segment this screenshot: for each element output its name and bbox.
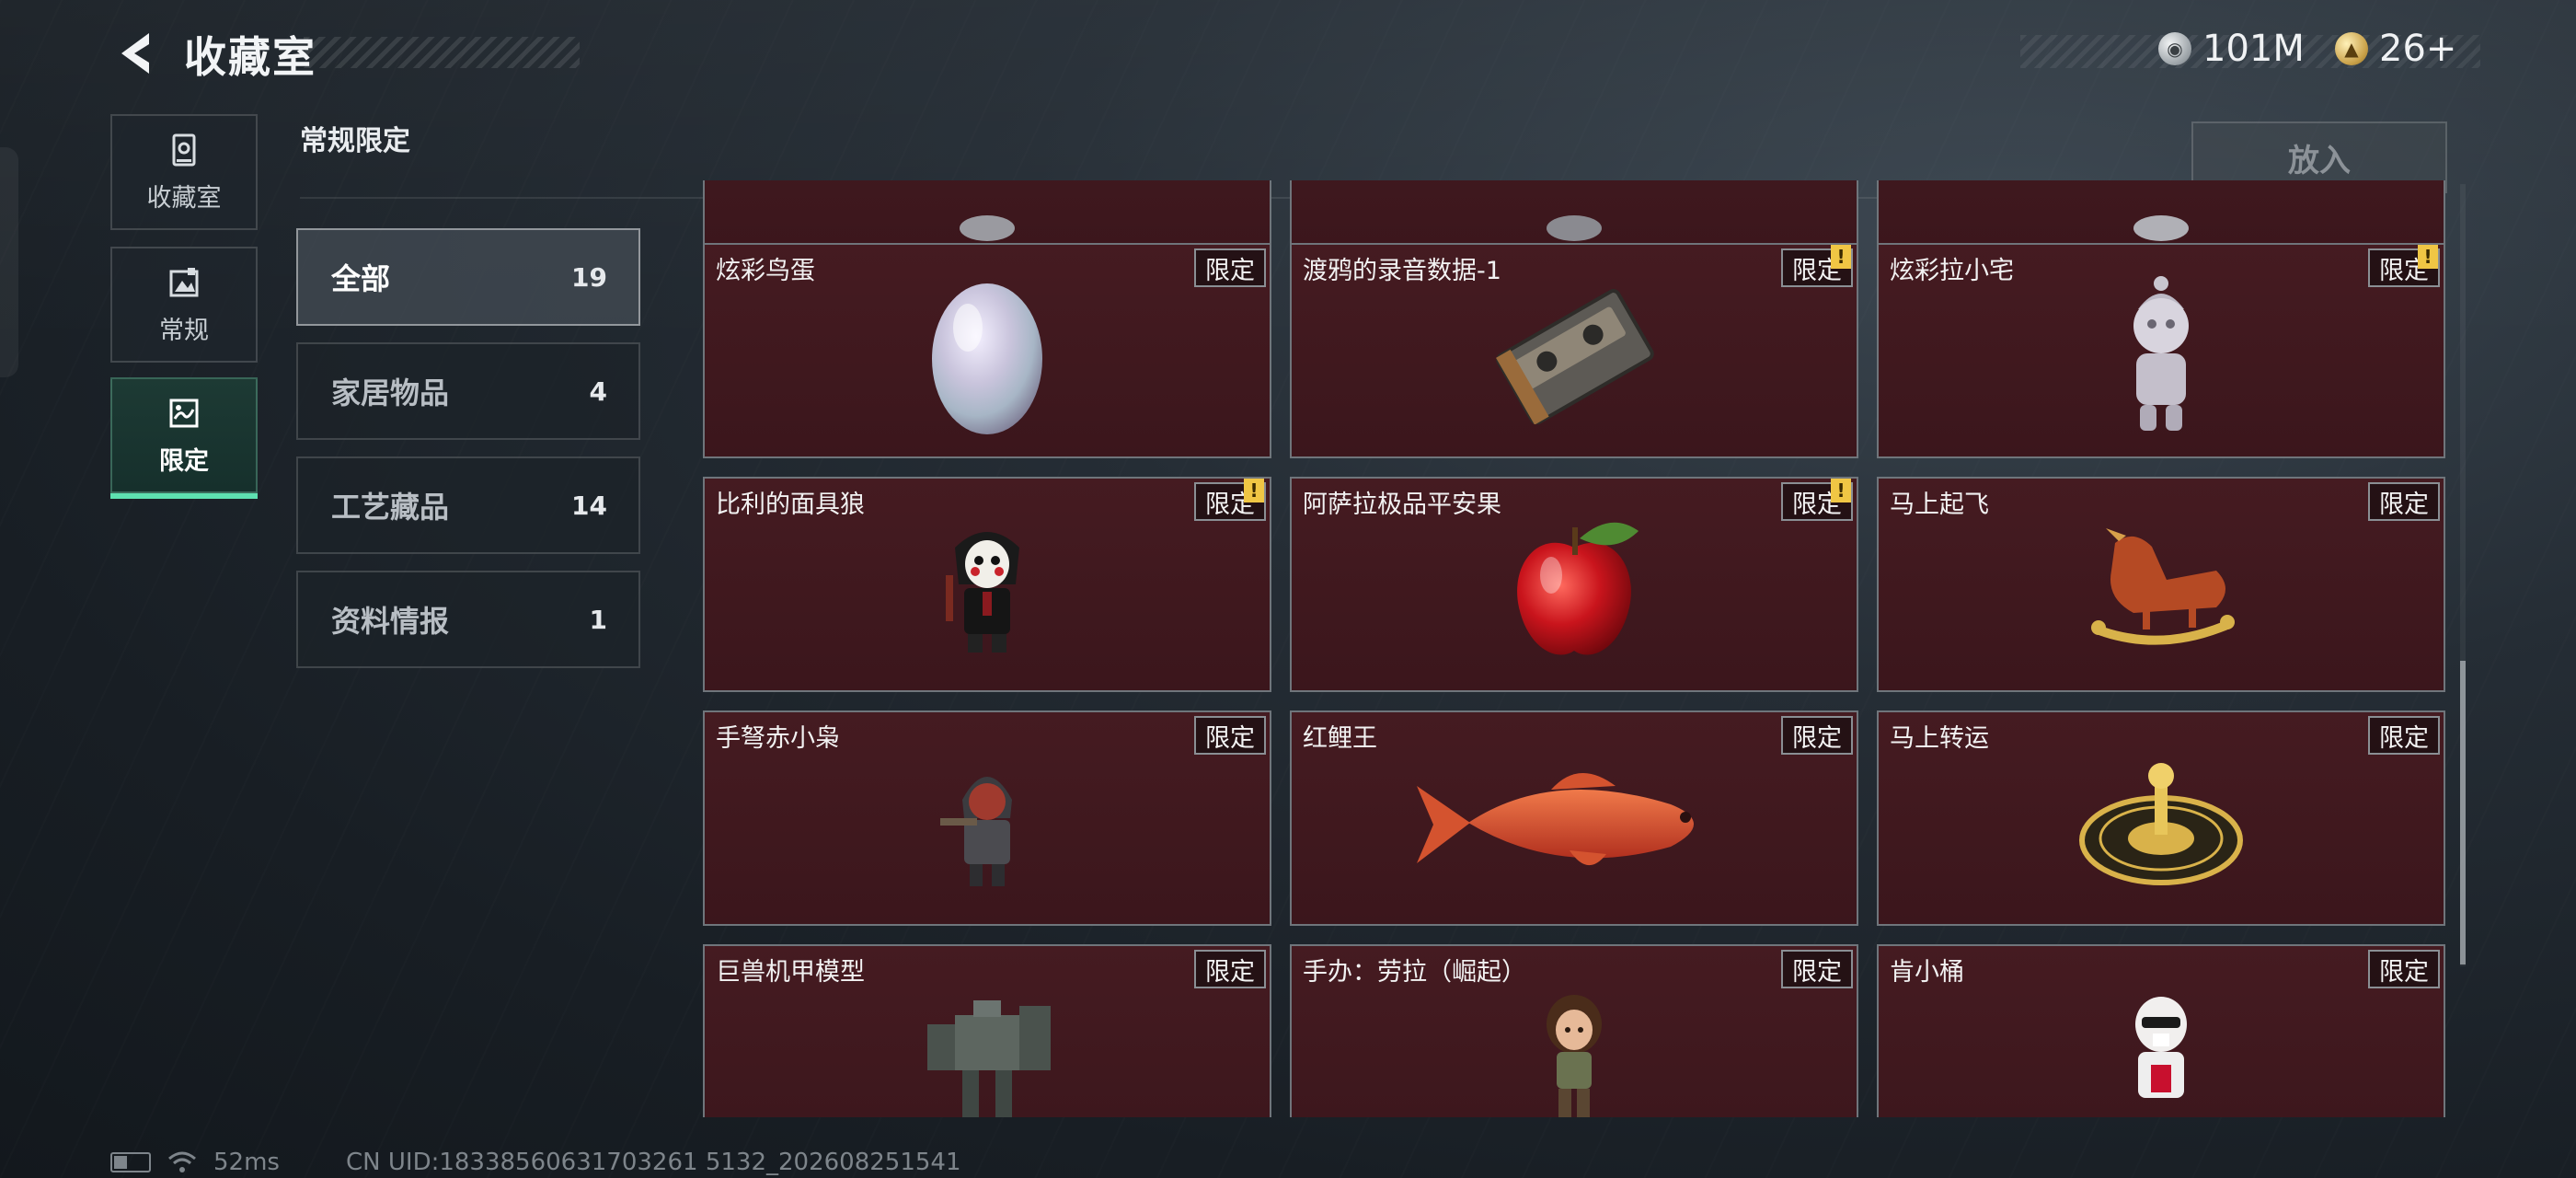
item-name: 炫彩鸟蛋 <box>716 257 815 285</box>
side-nav-vault[interactable]: 收藏室 <box>110 114 258 230</box>
side-nav-limited-label: 限定 <box>159 446 209 476</box>
limited-badge: 限定 <box>1781 950 1853 988</box>
filter-intel-count: 1 <box>589 604 607 635</box>
back-arrow-icon <box>121 33 149 74</box>
back-button[interactable] <box>109 26 160 81</box>
currency-silver[interactable]: ◉ 101M <box>2158 28 2305 70</box>
gold-compass-icon <box>2079 762 2243 885</box>
lara-figure-icon <box>1547 994 1602 1117</box>
limited-badge: 限定 <box>2368 716 2440 755</box>
limited-badge: 限定 <box>1781 716 1853 755</box>
masked-figure-icon <box>946 531 1019 653</box>
item-name: 巨兽机甲模型 <box>716 958 865 987</box>
filter-home-items-label: 家居物品 <box>331 375 450 410</box>
filter-all[interactable]: 全部 19 <box>296 228 640 326</box>
item-name: 手办：劳拉（崛起） <box>1303 958 1526 987</box>
item-name: 马上转运 <box>1890 724 1989 753</box>
currency-gold-value: 26+ <box>2379 28 2457 70</box>
edge-handle[interactable] <box>0 147 18 377</box>
item-name: 渡鸦的录音数据-1 <box>1303 257 1501 285</box>
battery-icon <box>110 1152 151 1172</box>
hooded-figure-icon <box>940 776 1012 886</box>
limited-badge: 限定 <box>2368 482 2440 521</box>
scrollbar-thumb[interactable] <box>2460 661 2466 964</box>
item-card-colonel-figure[interactable]: 肯小桶 限定 <box>1877 944 2445 1117</box>
limited-badge: 限定 <box>1194 950 1266 988</box>
limited-badge: 限定 <box>2368 950 2440 988</box>
item-card-lara-figure[interactable]: 手办：劳拉（崛起） 限定 <box>1290 944 1858 1117</box>
limited-collection-icon <box>169 398 199 427</box>
item-card-hooded-figure[interactable]: 手弩赤小枭 限定 <box>703 710 1271 926</box>
item-card-iridescent-egg[interactable]: 炫彩鸟蛋 限定 <box>703 243 1271 458</box>
filter-home-items[interactable]: 家居物品 4 <box>296 342 640 440</box>
cassette-tape-icon <box>1496 288 1654 424</box>
item-name: 红鲤王 <box>1303 724 1377 753</box>
iridescent-egg-icon <box>932 283 1042 434</box>
side-nav-regular-label: 常规 <box>159 316 209 345</box>
currency-silver-value: 101M <box>2202 28 2305 70</box>
limited-badge: 限定 <box>1194 248 1266 287</box>
vault-icon <box>172 133 196 166</box>
side-nav-regular[interactable]: 常规 <box>110 247 258 363</box>
item-card-red-apple[interactable]: 阿萨拉极品平安果 限定 ! <box>1290 477 1858 692</box>
filter-crafts[interactable]: 工艺藏品 14 <box>296 456 640 554</box>
item-name: 马上起飞 <box>1890 491 1989 519</box>
collection-grid[interactable]: 炫彩鸟蛋 限定 渡鸦的录音数据-1 限定 ! 炫彩拉小宅 限定 ! 比利的面具狼… <box>701 180 2445 1117</box>
silver-doll-icon <box>2133 275 2189 431</box>
item-card-mech-model[interactable]: 巨兽机甲模型 限定 <box>703 944 1271 1117</box>
regular-collection-icon <box>169 267 199 296</box>
item-name: 阿萨拉极品平安果 <box>1303 491 1501 519</box>
alert-icon: ! <box>1831 479 1851 502</box>
red-apple-icon <box>1517 522 1639 655</box>
filter-intel-label: 资料情报 <box>331 604 450 639</box>
side-nav-limited[interactable]: 限定 <box>110 377 258 499</box>
side-nav-vault-label: 收藏室 <box>146 183 222 213</box>
item-name: 肯小桶 <box>1890 958 1964 987</box>
silver-coin-icon: ◉ <box>2158 32 2191 65</box>
item-name: 比利的面具狼 <box>716 491 865 519</box>
item-card-masked-figure[interactable]: 比利的面具狼 限定 ! <box>703 477 1271 692</box>
alert-icon: ! <box>1244 479 1264 502</box>
wifi-icon <box>168 1151 196 1172</box>
filter-all-label: 全部 <box>331 261 391 296</box>
limited-badge: 限定 <box>1194 716 1266 755</box>
colonel-figure-icon <box>2135 996 2187 1098</box>
filter-crafts-count: 14 <box>571 490 607 521</box>
gold-coin-icon: ▲ <box>2335 32 2368 65</box>
item-name: 手弩赤小枭 <box>716 724 840 753</box>
status-bar: 52ms <box>110 1149 280 1176</box>
currency-gold[interactable]: ▲ 26+ <box>2335 28 2456 70</box>
red-carp-icon <box>1417 772 1694 865</box>
item-card-red-carp[interactable]: 红鲤王 限定 <box>1290 710 1858 926</box>
item-card-gold-compass[interactable]: 马上转运 限定 <box>1877 710 2445 926</box>
page-title: 收藏室 <box>184 32 316 82</box>
item-card-silver-doll[interactable]: 炫彩拉小宅 限定 ! <box>1877 243 2445 458</box>
filter-crafts-label: 工艺藏品 <box>331 490 450 525</box>
rocking-horse-icon <box>2091 527 2235 645</box>
item-card-rocking-horse[interactable]: 马上起飞 限定 <box>1877 477 2445 692</box>
item-name: 炫彩拉小宅 <box>1890 257 2014 285</box>
section-title: 常规限定 <box>300 125 410 157</box>
filter-all-count: 19 <box>571 261 607 293</box>
alert-icon: ! <box>2418 245 2438 269</box>
filter-home-items-count: 4 <box>589 375 607 407</box>
filter-intel[interactable]: 资料情报 1 <box>296 571 640 668</box>
item-card-cassette-tape[interactable]: 渡鸦的录音数据-1 限定 ! <box>1290 243 1858 458</box>
mech-model-icon <box>927 999 1051 1117</box>
ping-value: 52ms <box>213 1149 280 1176</box>
alert-icon: ! <box>1831 245 1851 269</box>
uid-text: CN UID:18338560631703261 5132_2026082515… <box>346 1149 961 1176</box>
title-decoration <box>304 37 580 68</box>
